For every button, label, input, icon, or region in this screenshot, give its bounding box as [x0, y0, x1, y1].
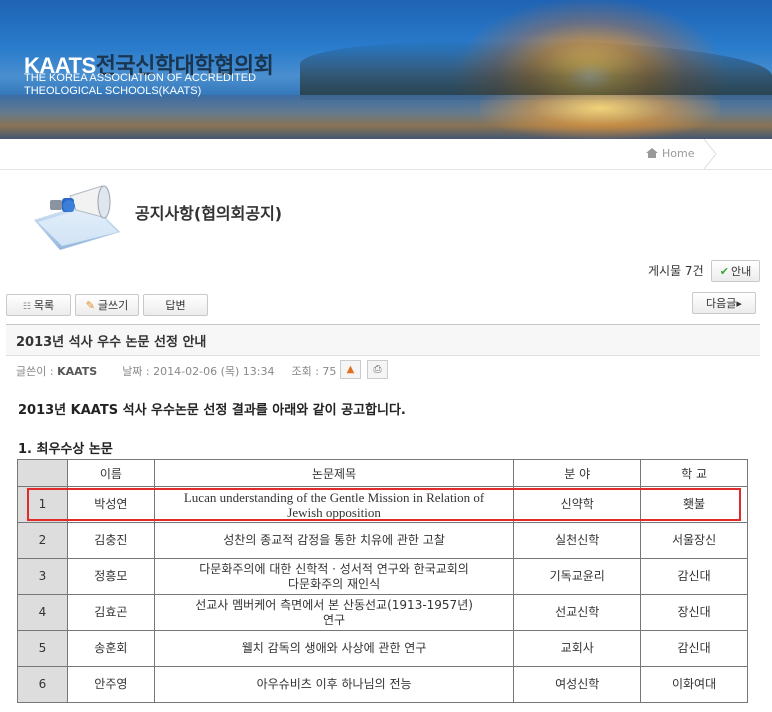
row-name: 안주영 [66, 666, 155, 703]
row-title-line1: 다문화주의에 대한 신학적 · 성서적 연구와 한국교회의 [199, 561, 469, 576]
post-intro: 2013년 KAATS 석사 우수논문 선정 결과를 아래와 같이 공고합니다. [18, 403, 406, 418]
row-title-line2: 다문화주의 재인식 [287, 576, 381, 591]
table-row: 6 안주영 아우슈비츠 이후 하나님의 전능 여성신학 이화여대 [17, 666, 748, 703]
breadcrumb-home-link[interactable]: Home [646, 147, 694, 160]
post-title: 2013년 석사 우수 논문 선정 안내 [16, 335, 207, 350]
row-school: 서울장신 [640, 522, 748, 559]
table-row: 2 김충진 성찬의 종교적 감정을 통한 치유에 관한 고찰 실천신학 서울장신 [17, 522, 748, 559]
table-row: 4 김효곤 선교사 멤버케어 측면에서 본 산동선교(1913-1957년) 연구… [17, 594, 748, 631]
list-button[interactable]: ☷ 목록 [6, 294, 71, 316]
check-icon: ✔ [719, 265, 729, 278]
guide-label: 안내 [730, 265, 752, 278]
row-title: 성찬의 종교적 감정을 통한 치유에 관한 고찰 [153, 522, 515, 559]
post-count: 게시물 7건 [648, 264, 704, 278]
row-title-line1: 아우슈비츠 이후 하나님의 전능 [256, 677, 412, 691]
date-label: 날짜 : [122, 365, 150, 378]
header-title: 논문제목 [153, 459, 515, 487]
row-name: 박성연 [66, 486, 155, 523]
next-post-button[interactable]: 다음글▸ [692, 292, 756, 314]
row-title-line1: Lucan understanding of the Gentle Missio… [183, 489, 485, 505]
alert-bell-button[interactable]: ▲ [340, 360, 361, 379]
megaphone-icon [34, 185, 120, 250]
header-school: 학 교 [640, 459, 748, 487]
row-title-line1: 선교사 멤버케어 측면에서 본 산동선교(1913-1957년) [195, 597, 473, 612]
post-date: 2014-02-06 (목) 13:34 [153, 365, 275, 378]
page-title: 공지사항(협의회공지) [135, 204, 283, 223]
header-name: 이름 [66, 459, 155, 487]
write-button[interactable]: ✎ 글쓰기 [75, 294, 139, 316]
print-button[interactable]: ⎙ [367, 360, 388, 379]
logo-subtitle: THE KOREA ASSOCIATION OF ACCREDITED THEO… [24, 72, 256, 98]
reply-label: 답변 [165, 299, 186, 312]
row-field: 여성신학 [513, 666, 642, 703]
row-field: 실천신학 [513, 522, 642, 559]
row-school: 장신대 [640, 594, 748, 631]
row-title-line1: 성찬의 종교적 감정을 통한 치유에 관한 고찰 [223, 533, 445, 547]
row-name: 송훈회 [66, 630, 155, 667]
results-table: 이름 논문제목 분 야 학 교 1 박성연 Lucan understandin… [17, 459, 748, 703]
home-icon [646, 148, 658, 158]
row-field: 기독교윤리 [513, 558, 642, 595]
row-num: 2 [17, 522, 68, 559]
table-row: 5 송훈회 웰치 감독의 생애와 사상에 관한 연구 교회사 감신대 [17, 630, 748, 667]
breadcrumb-separator-icon [703, 139, 717, 169]
reply-button[interactable]: 답변 [143, 294, 208, 316]
write-label: 글쓰기 [97, 299, 129, 312]
list-icon: ☷ [22, 302, 31, 312]
row-school: 횃불 [640, 486, 748, 523]
header-field: 분 야 [513, 459, 642, 487]
row-title-line2: 연구 [323, 612, 346, 627]
list-label: 목록 [33, 299, 55, 312]
post-meta: 글쓴이 : KAATS 날짜 : 2014-02-06 (목) 13:34 조회… [16, 363, 336, 379]
pencil-icon: ✎ [85, 299, 95, 312]
row-num: 5 [17, 630, 68, 667]
row-school: 이화여대 [640, 666, 748, 703]
home-label: Home [662, 147, 695, 160]
row-title: 아우슈비츠 이후 하나님의 전능 [153, 666, 515, 703]
row-field: 신약학 [513, 486, 642, 523]
table-header-row: 이름 논문제목 분 야 학 교 [17, 459, 748, 487]
section-title: 1. 최우수상 논문 [18, 442, 113, 457]
row-num: 1 [17, 486, 68, 523]
row-name: 김충진 [66, 522, 155, 559]
bell-icon: ▲ [346, 364, 355, 375]
row-name: 김효곤 [66, 594, 155, 631]
views-label: 조회 : [291, 365, 319, 378]
guide-button[interactable]: ✔ 안내 [711, 260, 760, 282]
chevron-right-icon: ▸ [736, 297, 742, 310]
row-num: 6 [17, 666, 68, 703]
view-count: 75 [322, 365, 337, 378]
water-reflection [480, 95, 720, 139]
row-title: 선교사 멤버케어 측면에서 본 산동선교(1913-1957년) 연구 [153, 594, 515, 631]
header-num [17, 459, 68, 487]
author-name[interactable]: KAATS [57, 365, 97, 378]
row-name: 정흥모 [66, 558, 155, 595]
row-title-line2: Jewish opposition [287, 504, 381, 520]
logo-sub-line1: THE KOREA ASSOCIATION OF ACCREDITED [24, 72, 257, 84]
print-icon: ⎙ [373, 364, 382, 375]
row-school: 감신대 [640, 558, 748, 595]
row-field: 선교신학 [513, 594, 642, 631]
table-row: 3 정흥모 다문화주의에 대한 신학적 · 성서적 연구와 한국교회의 다문화주의… [17, 558, 748, 595]
row-title: Lucan understanding of the Gentle Missio… [153, 486, 515, 523]
logo-sub-line2: THEOLOGICAL SCHOOLS(KAATS) [24, 85, 202, 97]
row-num: 4 [17, 594, 68, 631]
next-label: 다음글 [706, 297, 737, 310]
table-row: 1 박성연 Lucan understanding of the Gentle … [17, 486, 748, 523]
row-title: 웰치 감독의 생애와 사상에 관한 연구 [153, 630, 515, 667]
row-title-line1: 웰치 감독의 생애와 사상에 관한 연구 [241, 641, 427, 655]
row-school: 감신대 [640, 630, 748, 667]
author-label: 글쓴이 : [16, 365, 54, 378]
row-num: 3 [17, 558, 68, 595]
row-field: 교회사 [513, 630, 642, 667]
row-title: 다문화주의에 대한 신학적 · 성서적 연구와 한국교회의 다문화주의 재인식 [153, 558, 515, 595]
